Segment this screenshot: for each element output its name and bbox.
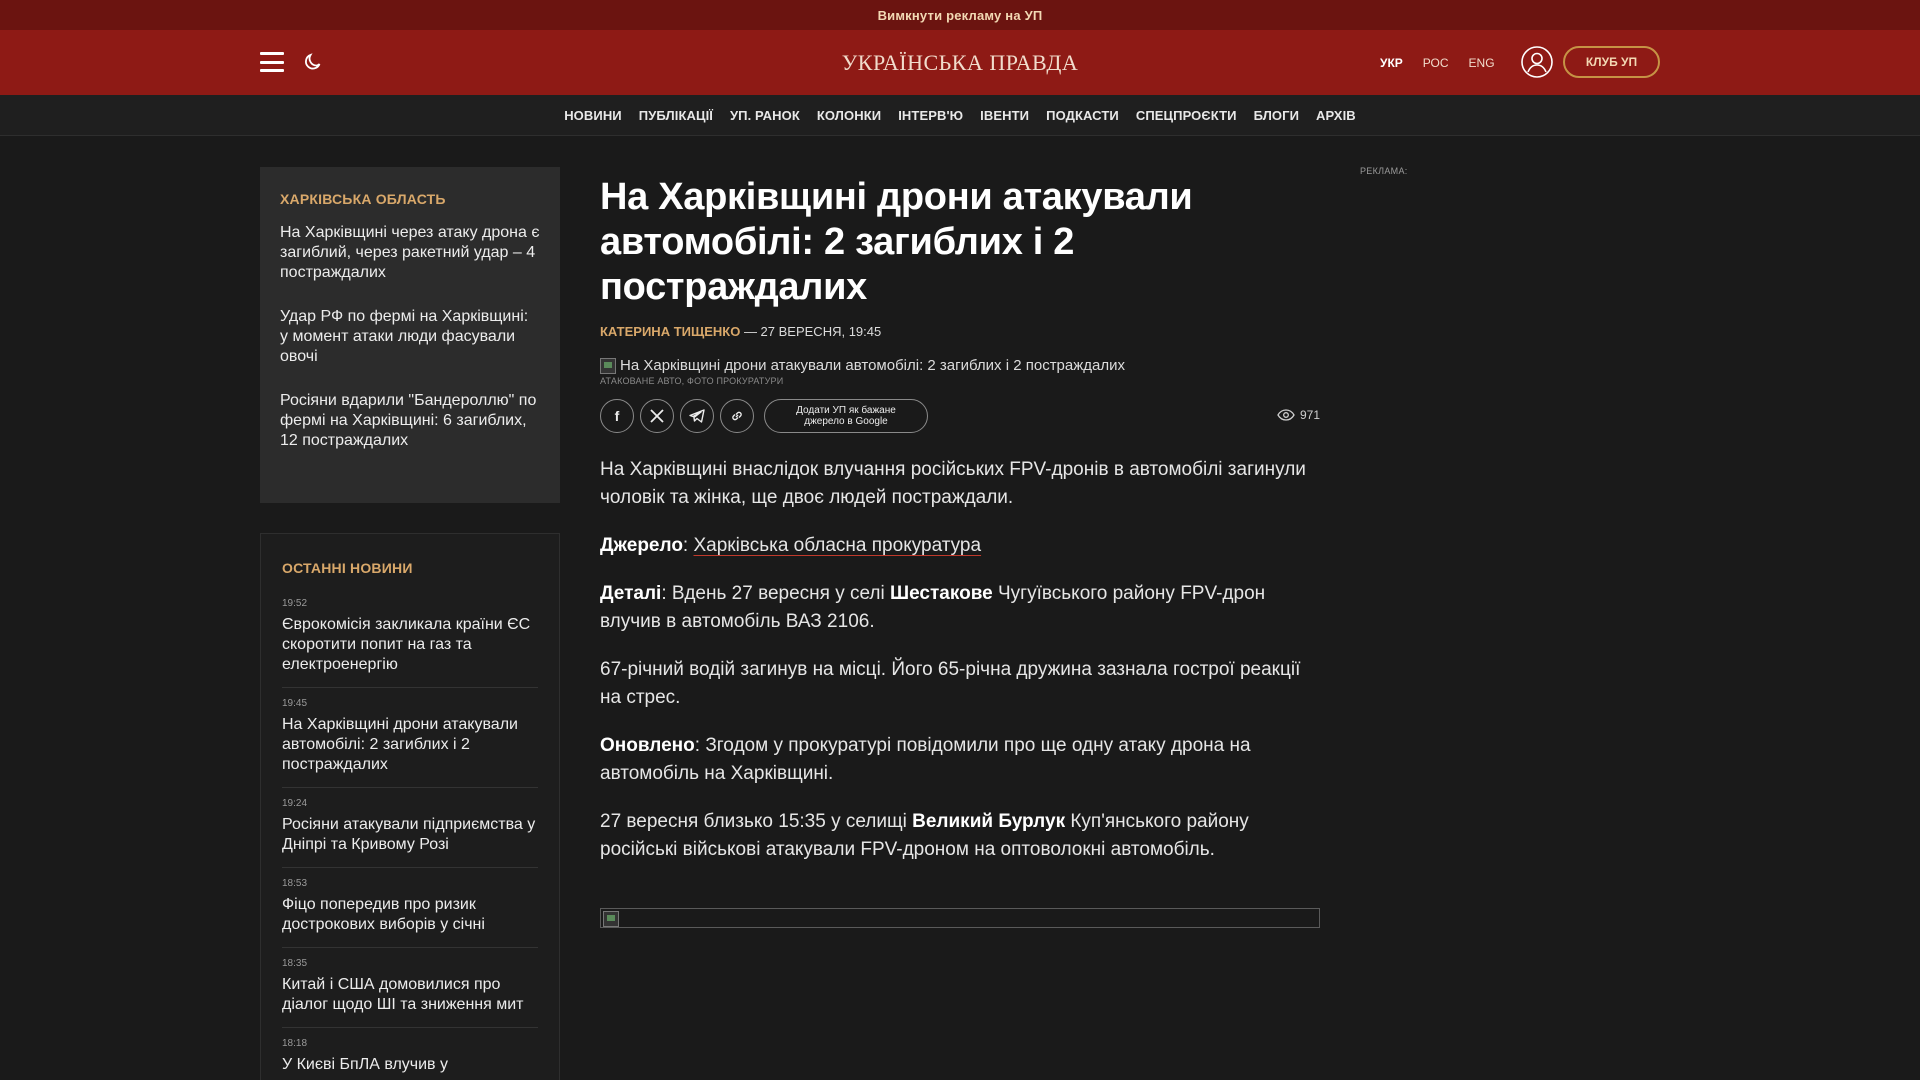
nav-columns[interactable]: КОЛОНКИ [817,108,881,123]
hamburger-menu-icon[interactable] [260,52,284,72]
view-count-value: 971 [1299,408,1320,422]
image-caption: АТАКОВАНЕ АВТО, ФОТО ПРОКУРАТУРИ [600,376,784,386]
x-icon [650,409,664,423]
paragraph: Джерело: Харківська обласна прокуратура [600,532,1320,560]
lang-eng[interactable]: ENG [1469,56,1495,70]
paragraph: 67-річний водій загинув на місці. Його 6… [600,659,1301,708]
latest-news-panel: ОСТАННІ НОВИНИ 19:52 Єврокомісія заклика… [260,533,560,1080]
updated-label: Оновлено [600,735,695,756]
article-body: На Харківщині внаслідок влучання російсь… [600,456,1320,864]
details-label: Деталі [600,583,662,604]
news-time: 19:45 [282,698,308,709]
hero-image: На Харківщині дрони атакували автомобілі… [600,357,1320,374]
paragraph: 27 вересня близько 15:35 у селищі Велики… [600,808,1320,864]
nav-morning[interactable]: УП. РАНОК [730,108,800,123]
nav-special-projects[interactable]: СПЕЦПРОЄКТИ [1136,108,1237,123]
nav-podcasts[interactable]: ПОДКАСТИ [1046,108,1119,123]
source-link[interactable]: Харківська обласна прокуратура [693,535,981,556]
news-time: 19:52 [282,598,308,609]
facebook-icon: f [614,408,620,424]
club-up-button[interactable]: КЛУБ УП [1563,46,1660,78]
embedded-media-frame [600,908,1320,928]
telegram-share-button[interactable] [680,399,714,433]
view-count: 971 [1277,408,1320,422]
news-time: 18:53 [282,878,308,889]
news-title: У Києві БпЛА влучив у [282,1056,448,1073]
author-link[interactable]: КАТЕРИНА ТИЩЕНКО [600,324,740,339]
region-news-item[interactable]: На Харківщині через атаку дрона є загибл… [280,223,540,283]
latest-heading[interactable]: ОСТАННІ НОВИНИ [282,560,538,576]
paragraph: Оновлено: Згодом у прокуратурі повідомил… [600,732,1320,788]
latest-news-item[interactable]: 18:53 Фіцо попередив про ризик достроков… [282,868,538,948]
broken-image-icon [603,911,619,927]
lang-ros[interactable]: РОС [1423,56,1449,70]
byline: КАТЕРИНА ТИЩЕНКО — 27 ВЕРЕСНЯ, 19:45 [600,324,1320,339]
lang-ukr[interactable]: УКР [1380,56,1403,70]
news-title: Фіцо попередив про ризик дострокових виб… [282,896,485,933]
region-news-item[interactable]: Росіяни вдарили "Бандероллю" по фермі на… [280,391,540,451]
moon-icon[interactable] [300,49,326,75]
nav-events[interactable]: ІВЕНТИ [980,108,1029,123]
article: На Харківщині дрони атакували автомобілі… [600,175,1320,928]
section-nav: НОВИНИ ПУБЛІКАЦІЇ УП. РАНОК КОЛОНКИ ІНТЕ… [0,95,1920,136]
telegram-icon [689,409,705,423]
add-google-source-button[interactable]: Додати УП як бажане джерело в Google [764,399,928,433]
nav-interview[interactable]: ІНТЕРВ'Ю [898,108,963,123]
updated-text: : Згодом у прокуратурі повідомили про ще… [600,735,1251,784]
news-title: Росіяни атакували підприємства у Дніпрі … [282,816,536,853]
share-row: f Додати УП як бажане джерело в Google 9… [600,398,1320,434]
latest-news-item[interactable]: 19:45 На Харківщині дрони атакували авто… [282,688,538,788]
facebook-share-button[interactable]: f [600,399,634,433]
region-news-item[interactable]: Удар РФ по фермі на Харківщині: у момент… [280,307,540,367]
nav-blogs[interactable]: БЛОГИ [1254,108,1299,123]
user-icon[interactable] [1521,46,1553,78]
copy-link-button[interactable] [720,399,754,433]
news-title: Єврокомісія закликала країни ЄС скоротит… [282,616,531,673]
separator: : [682,535,694,556]
nav-archive[interactable]: АРХІВ [1316,108,1356,123]
latest-news-item[interactable]: 19:52 Єврокомісія закликала країни ЄС ск… [282,588,538,688]
article-title: На Харківщині дрони атакували автомобілі… [600,176,1193,308]
nav-news[interactable]: НОВИНИ [564,108,622,123]
news-time: 19:24 [282,798,308,809]
place-name: Шестакове [890,583,993,604]
news-time: 18:18 [282,1038,308,1049]
news-title: На Харківщині дрони атакували автомобілі… [282,716,518,773]
paragraph: На Харківщині внаслідок влучання російсь… [600,459,1306,508]
hero-image-alt: На Харківщині дрони атакували автомобілі… [620,357,1126,374]
broken-image-icon [600,357,616,374]
language-switcher: УКР РОС ENG [1380,52,1495,74]
paragraph: Деталі: Вдень 27 вересня у селі Шестаков… [600,580,1320,636]
news-title: Китай і США домовилися про діалог щодо Ш… [282,976,524,1013]
region-news-panel: ХАРКІВСЬКА ОБЛАСТЬ На Харківщині через а… [260,167,560,503]
details-text: : Вдень 27 вересня у селі [661,583,891,604]
link-icon [732,411,742,421]
paragraph-text: 27 вересня близько 15:35 у селищі [600,811,913,832]
nav-publications[interactable]: ПУБЛІКАЦІЇ [639,108,713,123]
latest-news-item[interactable]: 18:18 У Києві БпЛА влучив у [282,1028,538,1080]
latest-news-item[interactable]: 19:24 Росіяни атакували підприємства у Д… [282,788,538,868]
latest-news-item[interactable]: 18:35 Китай і США домовилися про діалог … [282,948,538,1028]
publish-date: — 27 ВЕРЕСНЯ, 19:45 [740,324,882,339]
news-time: 18:35 [282,958,308,969]
site-header: УКРАЇНСЬКА ПРАВДА УКР РОС ENG КЛУБ УП [0,30,1920,95]
disable-ads-link[interactable]: Вимкнути рекламу на УП [0,0,1920,30]
place-name: Великий Бурлук [912,811,1066,832]
site-logo[interactable]: УКРАЇНСЬКА ПРАВДА [780,48,1140,78]
region-heading[interactable]: ХАРКІВСЬКА ОБЛАСТЬ [280,191,540,207]
eye-icon [1277,409,1295,421]
x-share-button[interactable] [640,399,674,433]
source-label: Джерело [600,535,683,556]
ad-label: РЕКЛАМА: [1360,166,1408,176]
